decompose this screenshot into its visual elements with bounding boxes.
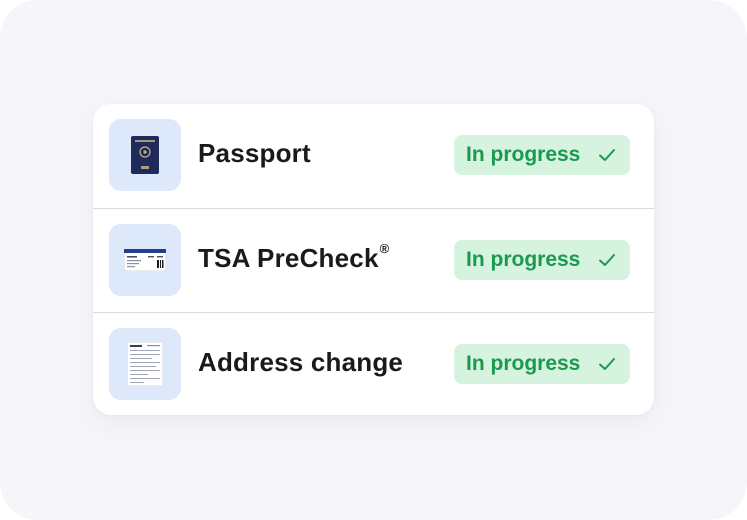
checkmark-icon <box>599 254 615 266</box>
item-label-tsa-precheck: TSA PreCheck® <box>198 241 390 273</box>
checkmark-icon <box>599 149 615 161</box>
form-document-icon <box>109 328 181 400</box>
item-label-address-change: Address change <box>198 347 404 377</box>
checkmark-icon <box>599 358 615 370</box>
status-text: In progress <box>466 352 581 375</box>
background-frame: Passport In progress TSA PreCheck® In pr… <box>0 0 747 520</box>
list-item-address-change[interactable]: Address change In progress <box>93 312 654 415</box>
registered-mark: ® <box>379 241 390 256</box>
status-card: Passport In progress TSA PreCheck® In pr… <box>93 104 654 415</box>
status-text: In progress <box>466 143 581 166</box>
status-badge: In progress <box>454 344 630 384</box>
item-label-passport: Passport <box>198 138 311 168</box>
status-text: In progress <box>466 248 581 271</box>
boarding-pass-icon <box>109 224 181 296</box>
status-badge: In progress <box>454 135 630 175</box>
list-item-tsa-precheck[interactable]: TSA PreCheck® In progress <box>93 208 654 312</box>
list-item-passport[interactable]: Passport In progress <box>93 104 654 208</box>
status-badge: In progress <box>454 240 630 280</box>
passport-icon <box>109 119 181 191</box>
